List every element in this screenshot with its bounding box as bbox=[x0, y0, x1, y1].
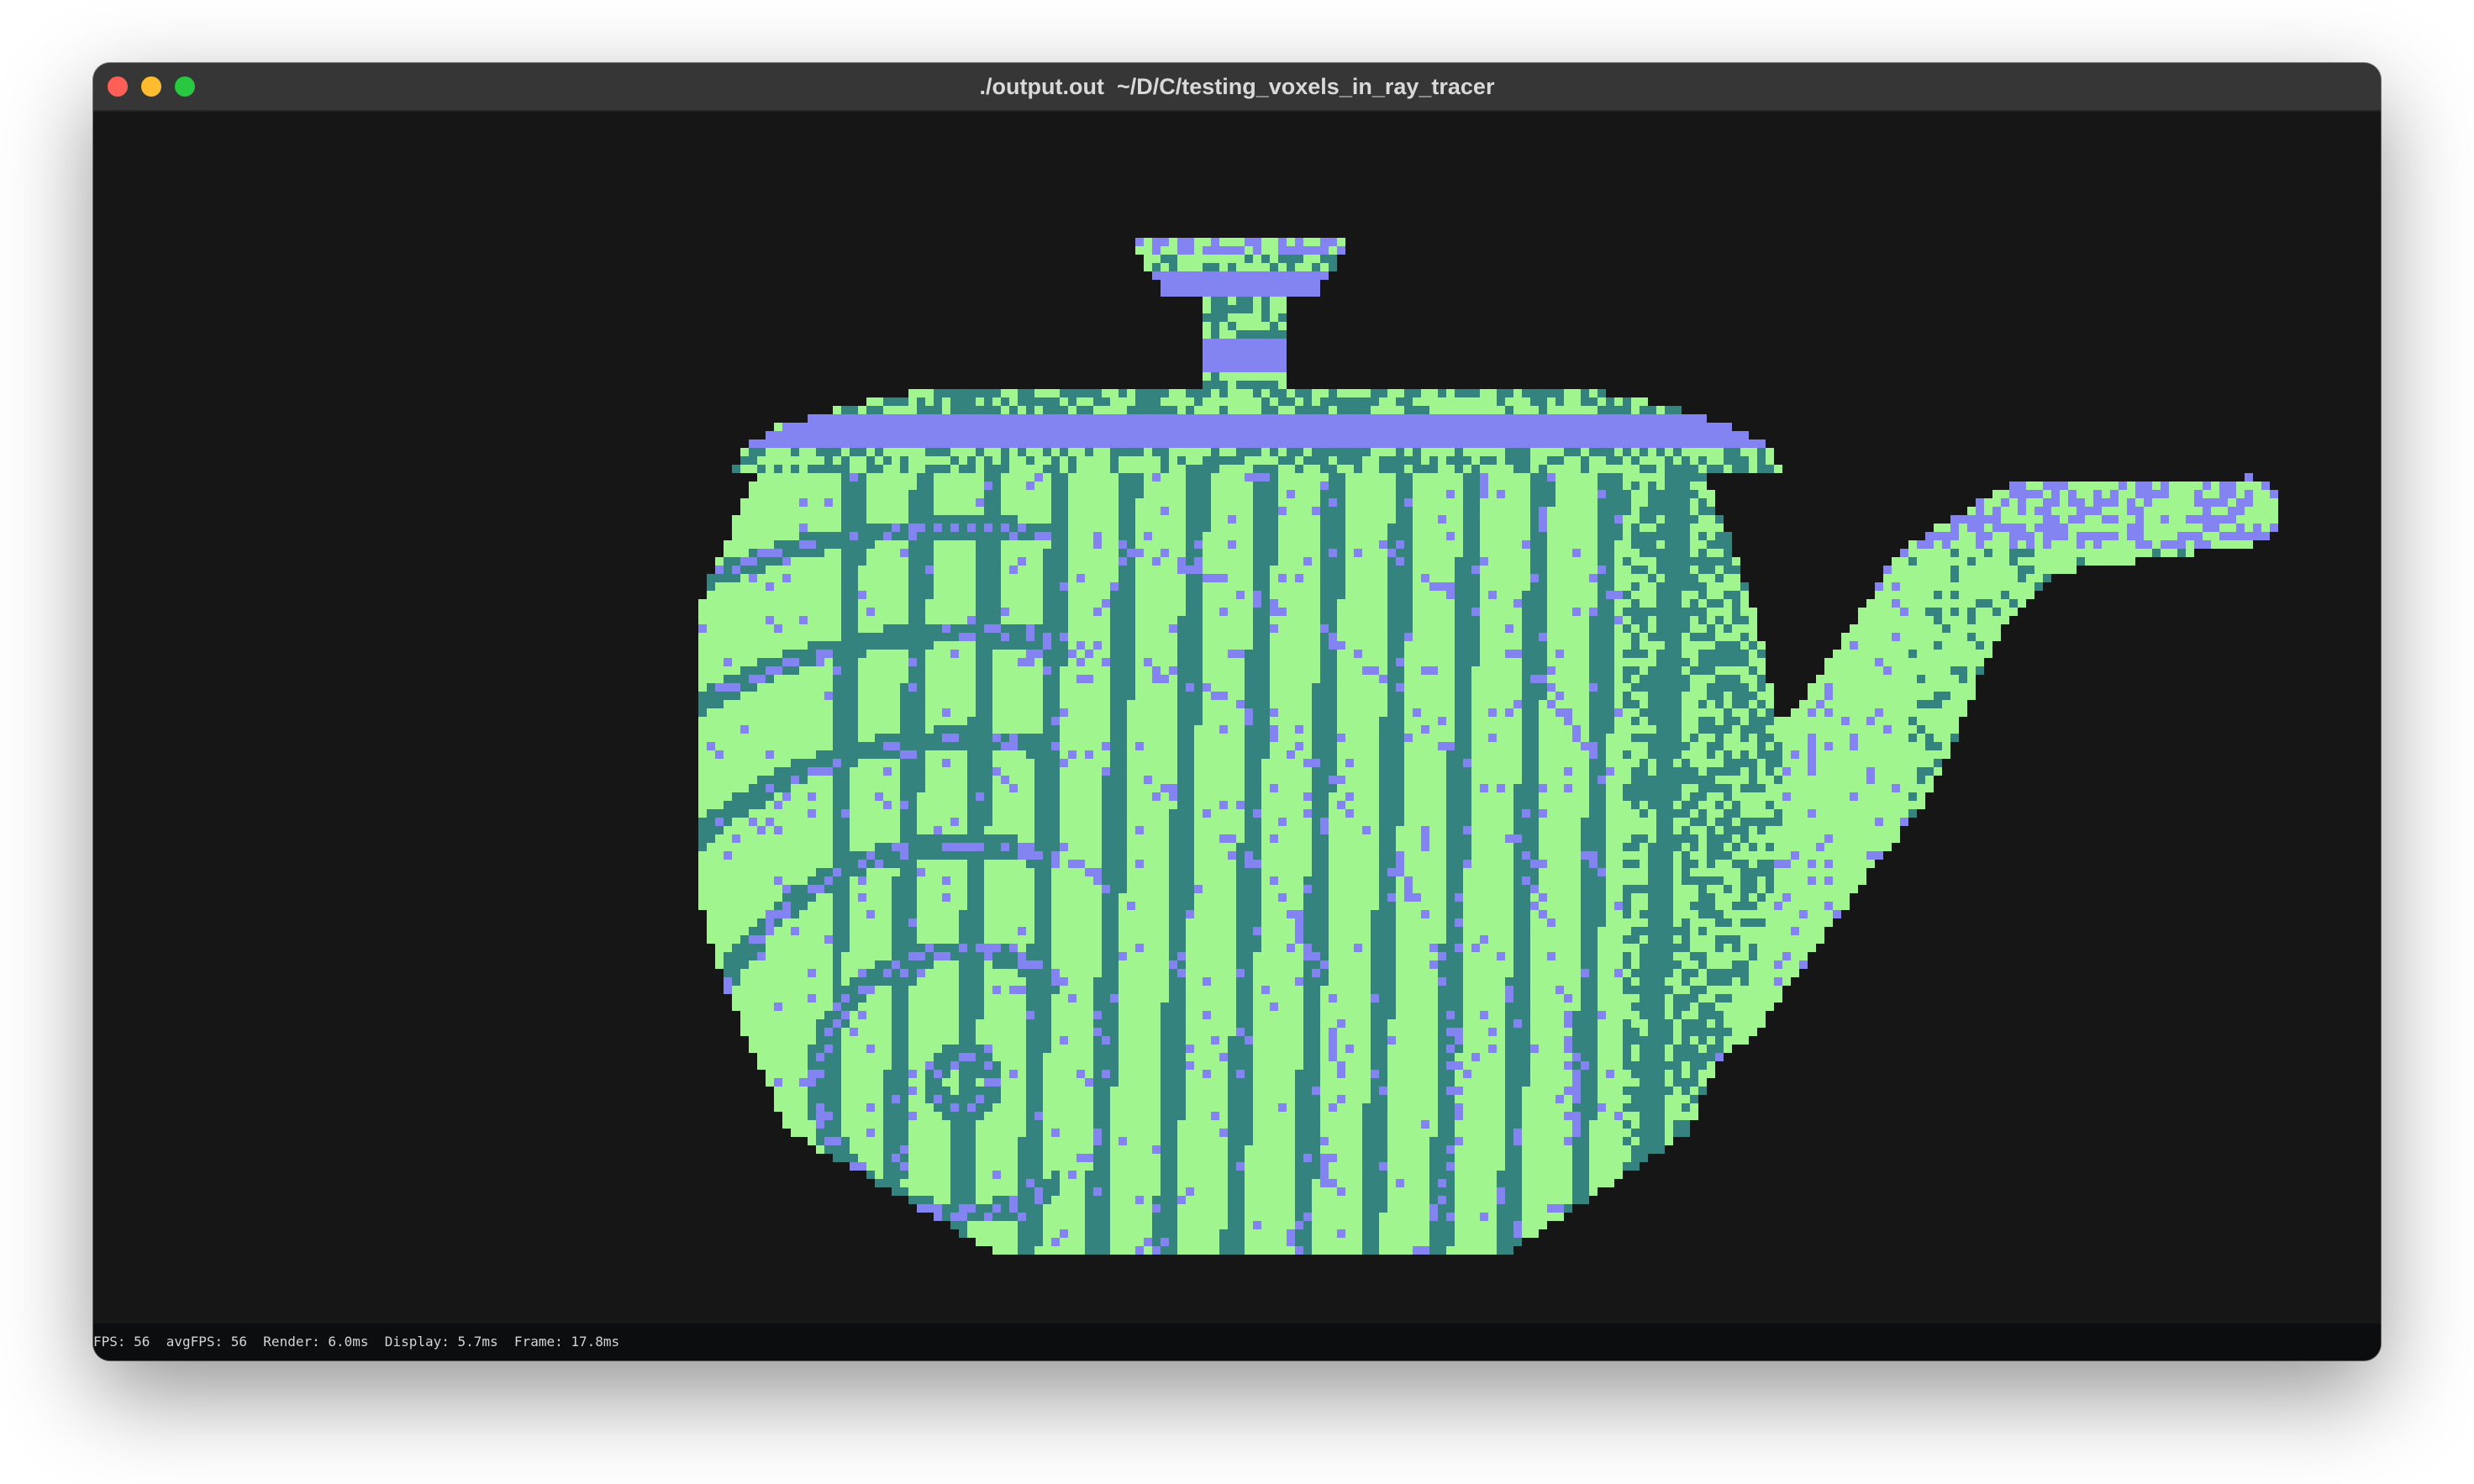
window-title: ./output.out ~/D/C/testing_voxels_in_ray… bbox=[979, 74, 1495, 99]
teapot-voxels bbox=[698, 238, 2278, 1255]
status-bar: FPS: 56 avgFPS: 56 Render: 6.0ms Display… bbox=[93, 1323, 2381, 1360]
render-viewport bbox=[93, 112, 2381, 1360]
render-time-readout: Render: 6.0ms bbox=[263, 1334, 369, 1350]
terminal-window: ./output.out ~/D/C/testing_voxels_in_ray… bbox=[93, 63, 2381, 1360]
title-bar[interactable]: ./output.out ~/D/C/testing_voxels_in_ray… bbox=[93, 63, 2381, 112]
fps-readout: FPS: 56 bbox=[93, 1334, 150, 1350]
avg-fps-readout: avgFPS: 56 bbox=[166, 1334, 248, 1350]
voxel-teapot-render bbox=[698, 238, 2278, 1255]
frame-time-readout: Frame: 17.8ms bbox=[513, 1334, 620, 1350]
display-time-readout: Display: 5.7ms bbox=[384, 1334, 498, 1350]
